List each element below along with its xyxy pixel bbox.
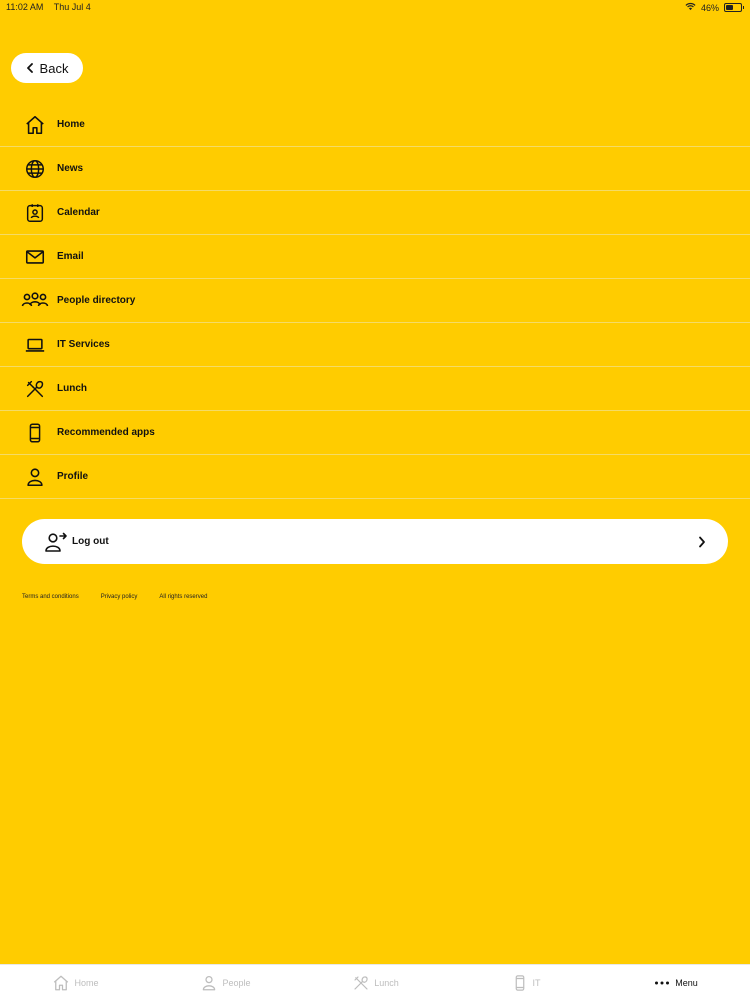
menu-item-label: Recommended apps [57, 427, 155, 438]
user-icon [199, 973, 219, 993]
menu-item-news[interactable]: News [0, 147, 750, 191]
chevron-left-icon [26, 61, 34, 76]
tab-it[interactable]: IT [450, 965, 600, 1000]
utensils-icon [23, 377, 47, 401]
tab-label: Home [74, 978, 99, 988]
globe-icon [23, 157, 47, 181]
laptop-icon [23, 333, 47, 357]
user-icon [23, 465, 47, 489]
tab-bar: Home People Lunch IT Menu [0, 964, 750, 1000]
privacy-link[interactable]: Privacy policy [101, 594, 138, 600]
menu-item-people-directory[interactable]: People directory [0, 279, 750, 323]
menu-item-label: IT Services [57, 339, 110, 350]
more-icon [652, 973, 672, 993]
menu-item-label: People directory [57, 295, 136, 306]
chevron-right-icon [696, 536, 708, 548]
back-label: Back [39, 60, 69, 76]
tab-label: Lunch [374, 978, 399, 988]
phone-icon [510, 973, 530, 993]
menu-item-label: Email [57, 251, 84, 262]
menu-item-label: Calendar [57, 207, 100, 218]
wifi-icon [685, 2, 696, 13]
rights-text: All rights reserved [159, 594, 208, 600]
main-menu: Home News Calendar Email People director… [0, 103, 750, 499]
calendar-icon [23, 201, 47, 225]
battery-icon [724, 3, 744, 12]
tab-people[interactable]: People [150, 965, 300, 1000]
logout-button[interactable]: Log out [22, 519, 728, 564]
back-button[interactable]: Back [11, 53, 83, 83]
footer-links: Terms and conditions Privacy policy All … [22, 594, 207, 600]
phone-icon [23, 421, 47, 445]
menu-item-lunch[interactable]: Lunch [0, 367, 750, 411]
tab-label: IT [532, 978, 541, 988]
tab-label: People [222, 978, 251, 988]
mail-icon [23, 245, 47, 269]
status-bar: 11:02 AM Thu Jul 4 46% [0, 0, 750, 14]
tab-home[interactable]: Home [0, 965, 150, 1000]
menu-item-label: Lunch [57, 383, 87, 394]
menu-item-label: News [57, 163, 84, 174]
tab-lunch[interactable]: Lunch [300, 965, 450, 1000]
status-date: Thu Jul 4 [53, 2, 91, 12]
battery-percent: 46% [700, 2, 719, 13]
menu-item-email[interactable]: Email [0, 235, 750, 279]
menu-item-label: Home [57, 119, 85, 130]
tab-label: Menu [675, 978, 698, 988]
terms-link[interactable]: Terms and conditions [22, 594, 79, 600]
tab-menu[interactable]: Menu [600, 965, 750, 1000]
menu-item-profile[interactable]: Profile [0, 455, 750, 499]
menu-item-it-services[interactable]: IT Services [0, 323, 750, 367]
home-icon [51, 973, 71, 993]
people-icon [21, 289, 49, 313]
logout-label: Log out [72, 536, 109, 547]
home-icon [23, 113, 47, 137]
status-time: 11:02 AM [6, 2, 44, 12]
utensils-icon [351, 973, 371, 993]
menu-item-calendar[interactable]: Calendar [0, 191, 750, 235]
menu-item-recommended-apps[interactable]: Recommended apps [0, 411, 750, 455]
menu-item-label: Profile [57, 471, 89, 482]
menu-item-home[interactable]: Home [0, 103, 750, 147]
logout-user-icon [44, 530, 68, 554]
